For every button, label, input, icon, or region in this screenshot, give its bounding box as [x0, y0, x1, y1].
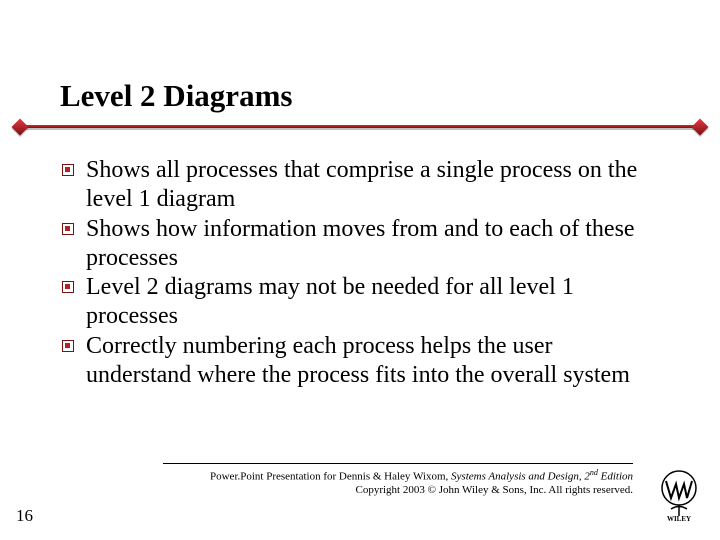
footer-edition-word: Edition [598, 471, 633, 483]
footer-divider [163, 463, 633, 464]
footer-copyright: Copyright 2003 © John Wiley & Sons, Inc.… [356, 484, 634, 496]
slide-title: Level 2 Diagrams [60, 78, 292, 114]
footer-text: Power.Point Presentation for Dennis & Ha… [163, 468, 633, 498]
bullet-text: Shows how information moves from and to … [86, 215, 652, 274]
footer-book-title: Systems Analysis and Design, [451, 471, 584, 483]
list-item: Shows all processes that comprise a sing… [62, 156, 652, 215]
diamond-icon [692, 119, 709, 136]
footer-edition-suffix: nd [590, 468, 598, 477]
slide-body: Shows all processes that comprise a sing… [62, 156, 652, 390]
bullet-text: Level 2 diagrams may not be needed for a… [86, 273, 652, 332]
bullet-icon [62, 281, 74, 293]
bullet-icon [62, 164, 74, 176]
page-number: 16 [16, 506, 33, 526]
bullet-text: Shows all processes that comprise a sing… [86, 156, 652, 215]
list-item: Shows how information moves from and to … [62, 215, 652, 274]
bullet-icon [62, 340, 74, 352]
diamond-icon [12, 119, 29, 136]
bullet-text: Correctly numbering each process helps t… [86, 332, 652, 391]
title-underline [14, 123, 706, 133]
wiley-logo: WILEY [656, 468, 702, 522]
list-item: Correctly numbering each process helps t… [62, 332, 652, 391]
list-item: Level 2 diagrams may not be needed for a… [62, 273, 652, 332]
bullet-icon [62, 223, 74, 235]
slide: Level 2 Diagrams Shows all processes tha… [0, 0, 720, 540]
footer-line1-pre: Power.Point Presentation for Dennis & Ha… [210, 471, 451, 483]
svg-text:WILEY: WILEY [667, 515, 691, 522]
